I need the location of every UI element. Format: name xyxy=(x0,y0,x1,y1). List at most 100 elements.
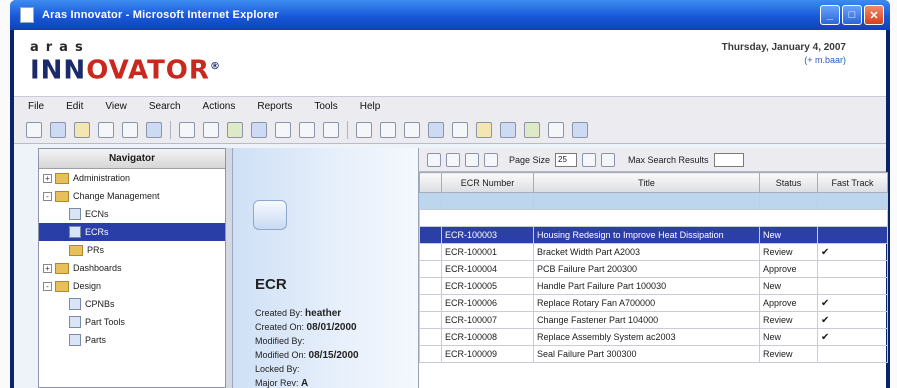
column-header-ecr-number[interactable]: ECR Number xyxy=(441,172,534,193)
close-button[interactable]: ✕ xyxy=(864,5,884,25)
cell-status: New xyxy=(759,328,818,346)
cell-status: New xyxy=(759,277,818,295)
table-row[interactable]: ECR-100003 Housing Redesign to Improve H… xyxy=(419,226,888,244)
lock-icon[interactable] xyxy=(179,121,195,138)
menu-actions[interactable]: Actions xyxy=(203,101,236,112)
cell-status: Approve xyxy=(759,260,818,278)
clear-search-icon[interactable] xyxy=(446,152,460,167)
tree-item-label: Design xyxy=(73,281,102,291)
menu-help[interactable]: Help xyxy=(360,101,381,112)
window-titlebar[interactable]: Aras Innovator - Microsoft Internet Expl… xyxy=(10,0,890,30)
options-icon[interactable] xyxy=(548,121,564,138)
tree-item-cpnbs[interactable]: CPNBs xyxy=(39,295,225,313)
next-page-icon[interactable] xyxy=(601,152,616,167)
table-row[interactable]: ECR-100005 Handle Part Failure Part 1000… xyxy=(419,277,888,295)
open-icon[interactable] xyxy=(50,121,66,138)
table-row[interactable]: ECR-100006 Replace Rotary Fan A700000 Ap… xyxy=(419,294,888,312)
cell-status: New xyxy=(759,226,818,244)
criteria-cell xyxy=(419,192,442,210)
table-row[interactable]: ECR-100004 PCB Failure Part 200300 Appro… xyxy=(419,260,888,278)
criteria-ecr-number[interactable] xyxy=(441,192,534,210)
main-toolbar xyxy=(14,116,886,144)
tree-item-prs[interactable]: PRs xyxy=(39,241,225,259)
tree-item-ecns[interactable]: ECNs xyxy=(39,205,225,223)
modified-on-label: Modified On: xyxy=(255,350,307,360)
run-search-icon[interactable] xyxy=(427,152,441,167)
expand-icon[interactable]: + xyxy=(43,173,52,183)
expand-icon[interactable]: + xyxy=(43,263,52,273)
page-size-input[interactable]: 25 xyxy=(555,152,578,167)
minimize-button[interactable]: _ xyxy=(820,5,840,25)
tree-item-administration[interactable]: + Administration xyxy=(39,169,225,187)
tree-item-label: Parts xyxy=(85,335,107,345)
table-row[interactable]: ECR-100001 Bracket Width Part A2003 Revi… xyxy=(419,243,888,261)
tree-item-ecrs[interactable]: ECRs xyxy=(39,223,225,241)
print-icon[interactable] xyxy=(275,121,291,138)
column-header-title[interactable]: Title xyxy=(533,172,760,193)
workflow-icon[interactable] xyxy=(476,121,492,138)
calendar-icon[interactable] xyxy=(500,121,516,138)
tree-item-change-management[interactable]: - Change Management xyxy=(39,187,225,205)
new-icon[interactable] xyxy=(26,121,42,138)
export-icon[interactable] xyxy=(299,121,315,138)
aras-logo: aras INNOVATOR® xyxy=(30,41,221,84)
prev-page-icon[interactable] xyxy=(582,152,597,167)
screen-left-margin xyxy=(0,0,10,388)
menu-search[interactable]: Search xyxy=(149,101,181,112)
menu-reports[interactable]: Reports xyxy=(257,101,292,112)
tree-item-label: ECNs xyxy=(85,209,109,219)
edit-icon[interactable] xyxy=(146,121,162,138)
table-row[interactable]: ECR-100008 Replace Assembly System ac200… xyxy=(419,328,888,346)
brush-icon[interactable] xyxy=(404,121,420,138)
criteria-status[interactable] xyxy=(759,192,818,210)
tree-item-label: ECRs xyxy=(85,227,109,237)
locked-by-label: Locked By: xyxy=(255,364,300,374)
folder-icon[interactable] xyxy=(74,121,90,138)
menu-edit[interactable]: Edit xyxy=(66,101,83,112)
created-by-row: Created By: heather xyxy=(255,308,359,319)
filter-icon[interactable] xyxy=(428,121,444,138)
column-header-status[interactable]: Status xyxy=(759,172,818,193)
criteria-title[interactable] xyxy=(533,192,760,210)
item-form-pane: ECR Created By: heather Created On: 08/0… xyxy=(232,148,418,388)
tree-item-label: PRs xyxy=(87,245,105,255)
menu-view[interactable]: View xyxy=(105,101,127,112)
window-title: Aras Innovator - Microsoft Internet Expl… xyxy=(42,9,279,21)
help-icon[interactable] xyxy=(572,121,588,138)
tree-item-design[interactable]: - Design xyxy=(39,277,225,295)
menu-tools[interactable]: Tools xyxy=(314,101,337,112)
criteria-fast-track[interactable] xyxy=(817,192,888,210)
new-search-icon[interactable] xyxy=(465,152,479,167)
graph-icon[interactable] xyxy=(452,121,468,138)
collapse-icon[interactable]: - xyxy=(43,281,52,291)
menu-file[interactable]: File xyxy=(28,101,44,112)
window-controls: _ □ ✕ xyxy=(820,5,884,25)
max-results-input[interactable] xyxy=(713,152,744,167)
pen-icon[interactable] xyxy=(380,121,396,138)
copy-icon[interactable] xyxy=(122,121,138,138)
modified-on-row: Modified On: 08/15/2000 xyxy=(255,350,359,361)
save-icon[interactable] xyxy=(98,121,114,138)
structure-icon[interactable] xyxy=(251,121,267,138)
tree-item-label: Administration xyxy=(73,173,131,183)
unlock-icon[interactable] xyxy=(203,121,219,138)
table-row[interactable]: ECR-100009 Seal Failure Part 300300 Revi… xyxy=(419,345,888,363)
part-tools-icon xyxy=(69,316,81,328)
form-title: ECR xyxy=(255,276,287,293)
tree-item-dashboards[interactable]: + Dashboards xyxy=(39,259,225,277)
tree-item-label: Dashboards xyxy=(73,263,122,273)
saved-search-icon[interactable] xyxy=(484,152,498,167)
refresh-icon[interactable] xyxy=(323,121,339,138)
pencil-icon[interactable] xyxy=(356,121,372,138)
cell-status: Review xyxy=(759,345,818,363)
table-row[interactable]: ECR-100007 Change Fastener Part 104000 R… xyxy=(419,311,888,329)
column-header-fast-track[interactable]: Fast Track xyxy=(817,172,888,193)
promote-icon[interactable] xyxy=(227,121,243,138)
collapse-icon[interactable]: - xyxy=(43,191,52,201)
report-icon[interactable] xyxy=(524,121,540,138)
current-user-link[interactable]: (+ m.baar) xyxy=(722,55,846,65)
maximize-button[interactable]: □ xyxy=(842,5,862,25)
select-column-header[interactable] xyxy=(419,172,442,193)
tree-item-part-tools[interactable]: Part Tools xyxy=(39,313,225,331)
tree-item-parts[interactable]: Parts xyxy=(39,331,225,349)
